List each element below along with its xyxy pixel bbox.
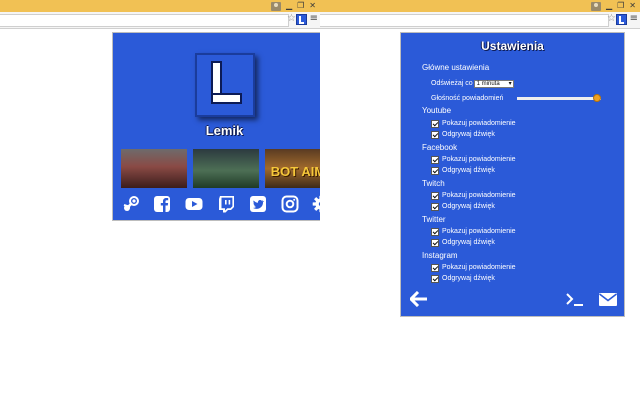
checkbox[interactable] xyxy=(431,274,439,283)
address-bar[interactable] xyxy=(320,14,609,27)
checkbox[interactable] xyxy=(431,166,439,175)
bookmark-star-icon[interactable]: ☆ xyxy=(287,13,296,24)
settings-title: Ustawienia xyxy=(481,39,544,53)
video-thumbnail[interactable] xyxy=(193,149,259,188)
envelope-icon[interactable] xyxy=(598,291,618,307)
terminal-icon[interactable] xyxy=(566,291,584,307)
checkbox-label: Pokazuj powiadomienie xyxy=(442,192,516,199)
bookmark-star-icon[interactable]: ☆ xyxy=(607,13,616,24)
checkbox[interactable] xyxy=(431,119,439,128)
checkbox-row[interactable]: Pokazuj powiadomienie xyxy=(431,227,516,236)
menu-icon[interactable]: ≡ xyxy=(630,13,638,24)
section-heading-instagram: Instagram xyxy=(422,251,458,260)
section-heading-twitter: Twitter xyxy=(422,215,446,224)
checkbox-label: Pokazuj powiadomienie xyxy=(442,264,516,271)
restore-icon[interactable]: ❐ xyxy=(297,1,304,11)
main-settings-heading: Główne ustawienia xyxy=(422,63,490,72)
checkbox-row[interactable]: Odgrywaj dźwięk xyxy=(431,166,495,175)
close-icon[interactable]: ✕ xyxy=(629,1,636,11)
window-controls: ▁ ❐ ✕ xyxy=(270,1,316,11)
checkbox[interactable] xyxy=(431,130,439,139)
checkbox-label: Odgrywaj dźwięk xyxy=(442,131,495,138)
twitter-icon[interactable] xyxy=(249,195,267,213)
browser-toolbar: ☆ ≡ xyxy=(0,12,320,29)
checkbox-label: Pokazuj powiadomienie xyxy=(442,120,516,127)
user-icon[interactable] xyxy=(270,1,281,11)
profile-popup: Lemik BOT AIM xyxy=(112,32,320,221)
restore-icon[interactable]: ❐ xyxy=(617,1,624,11)
close-icon[interactable]: ✕ xyxy=(309,1,316,11)
video-thumbnail[interactable] xyxy=(121,149,187,188)
section-heading-youtube: Youtube xyxy=(422,106,452,115)
extension-icon[interactable] xyxy=(296,14,307,25)
twitch-icon[interactable] xyxy=(217,195,235,213)
section-heading-facebook: Facebook xyxy=(422,143,458,152)
video-thumbnail[interactable]: BOT AIM xyxy=(265,149,320,188)
arrow-left-icon[interactable] xyxy=(410,291,428,307)
checkbox-row[interactable]: Odgrywaj dźwięk xyxy=(431,238,495,247)
checkbox-row[interactable]: Odgrywaj dźwięk xyxy=(431,130,495,139)
checkbox-row[interactable]: Pokazuj powiadomienie xyxy=(431,155,516,164)
checkbox-row[interactable]: Odgrywaj dźwięk xyxy=(431,202,495,211)
title-bar: ▁ ❐ ✕ xyxy=(320,0,640,12)
browser-toolbar: ☆ ≡ xyxy=(320,12,640,29)
volume-slider[interactable] xyxy=(517,94,601,102)
settings-icon[interactable] xyxy=(312,195,320,213)
checkbox[interactable] xyxy=(431,155,439,164)
logo xyxy=(195,53,255,117)
section-heading-twitch: Twitch xyxy=(422,179,445,188)
facebook-icon[interactable] xyxy=(153,195,171,213)
steam-icon[interactable] xyxy=(122,195,140,213)
video-thumbnails: BOT AIM xyxy=(121,149,320,188)
refresh-label: Odświeżaj co xyxy=(431,80,473,87)
minimize-icon[interactable]: ▁ xyxy=(606,1,612,11)
checkbox-label: Pokazuj powiadomienie xyxy=(442,156,516,163)
checkbox-label: Odgrywaj dźwięk xyxy=(442,239,495,246)
checkbox-row[interactable]: Pokazuj powiadomienie xyxy=(431,191,516,200)
channel-name: Lemik xyxy=(205,123,244,138)
checkbox-label: Odgrywaj dźwięk xyxy=(442,275,495,282)
minimize-icon[interactable]: ▁ xyxy=(286,1,292,11)
checkbox-row[interactable]: Odgrywaj dźwięk xyxy=(431,274,495,283)
refresh-row: Odświeżaj co 1 minuta xyxy=(431,79,514,88)
checkbox[interactable] xyxy=(431,227,439,236)
address-bar[interactable] xyxy=(0,14,289,27)
youtube-icon[interactable] xyxy=(185,195,203,213)
checkbox[interactable] xyxy=(431,202,439,211)
window-controls: ▁ ❐ ✕ xyxy=(590,1,636,11)
instagram-icon[interactable] xyxy=(281,195,299,213)
checkbox[interactable] xyxy=(431,238,439,247)
browser-window-right: ▁ ❐ ✕ ☆ ≡ Ustawienia Główne ustawienia O… xyxy=(320,0,640,400)
menu-icon[interactable]: ≡ xyxy=(310,13,318,24)
volume-slider-thumb[interactable] xyxy=(592,94,601,102)
user-icon[interactable] xyxy=(590,1,601,11)
refresh-select[interactable]: 1 minuta xyxy=(473,79,514,88)
checkbox-row[interactable]: Pokazuj powiadomienie xyxy=(431,119,516,128)
social-links xyxy=(113,195,320,213)
checkbox-label: Odgrywaj dźwięk xyxy=(442,203,495,210)
volume-label: Głośność powiadomień xyxy=(431,95,504,102)
checkbox-row[interactable]: Pokazuj powiadomienie xyxy=(431,263,516,272)
checkbox[interactable] xyxy=(431,191,439,200)
checkbox-label: Odgrywaj dźwięk xyxy=(442,167,495,174)
title-bar: ▁ ❐ ✕ xyxy=(0,0,320,12)
browser-window-left: ▁ ❐ ✕ ☆ ≡ Lemik BOT AIM xyxy=(0,0,320,400)
checkbox-label: Pokazuj powiadomienie xyxy=(442,228,516,235)
settings-popup: Ustawienia Główne ustawienia Odświeżaj c… xyxy=(400,32,625,317)
checkbox[interactable] xyxy=(431,263,439,272)
extension-icon[interactable] xyxy=(616,14,627,25)
